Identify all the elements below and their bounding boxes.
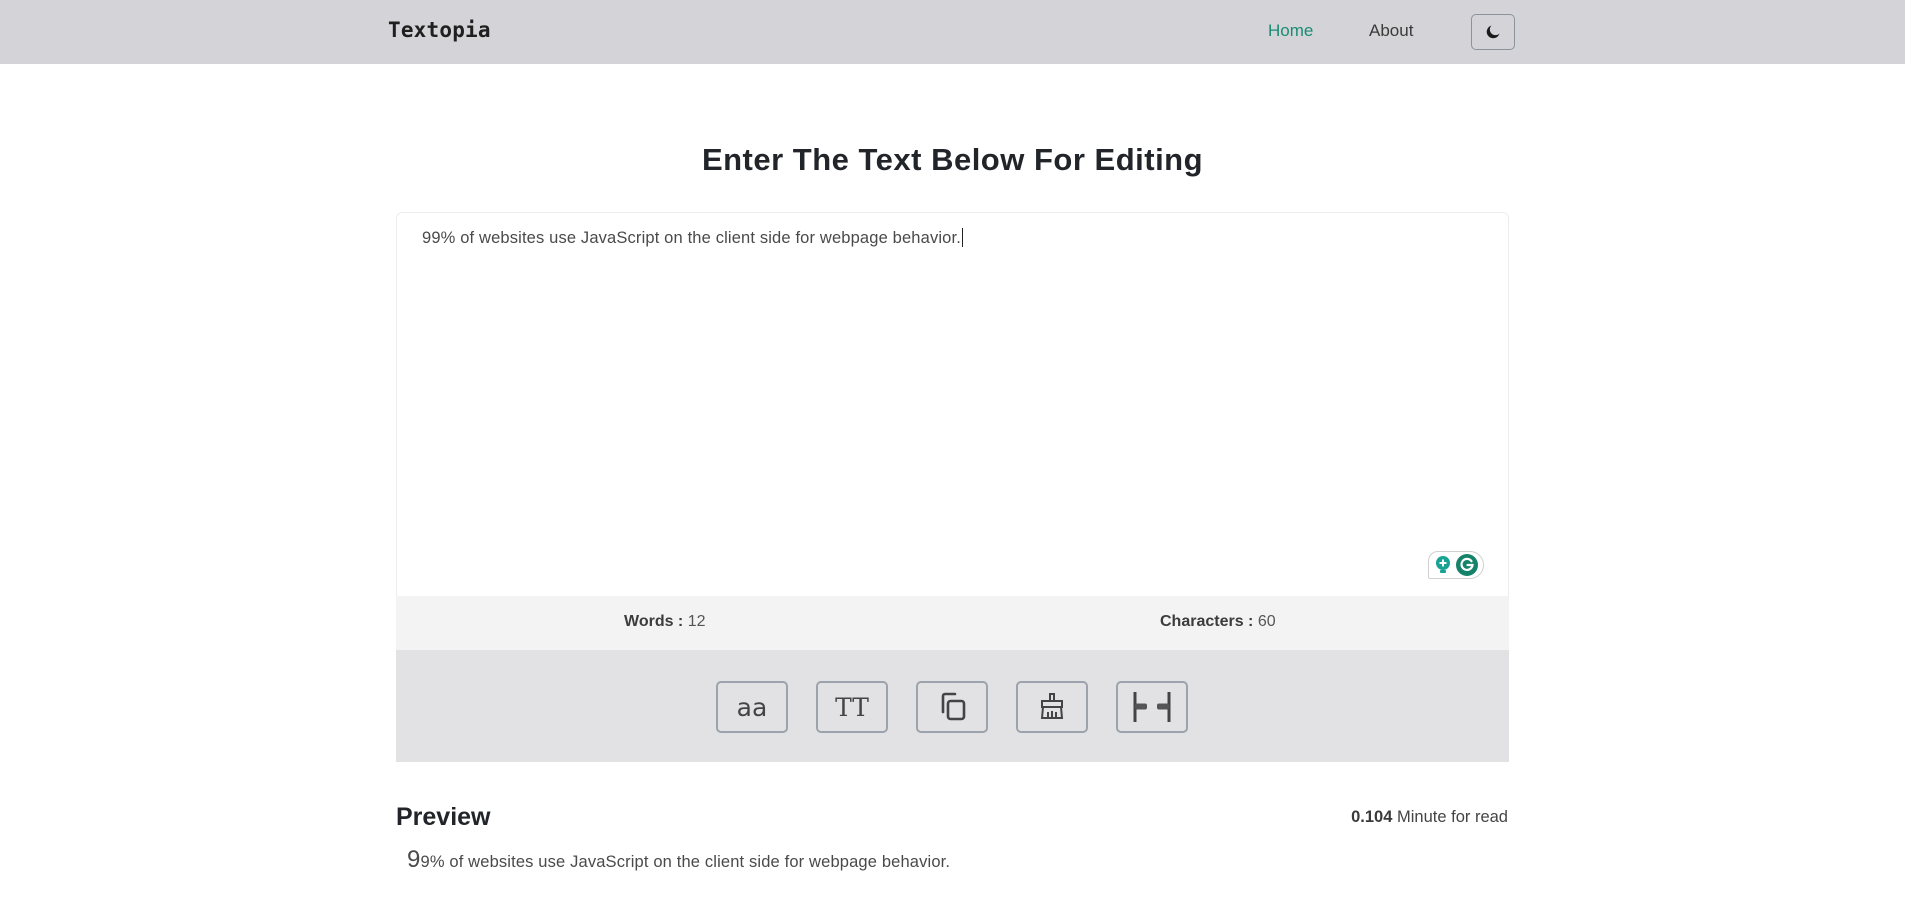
stats-bar: Words : 12 Characters : 60: [396, 596, 1509, 650]
copy-button[interactable]: [916, 681, 988, 733]
nav-link-about[interactable]: About: [1369, 21, 1413, 41]
grammarly-icon: [1456, 554, 1478, 576]
nav-link-home[interactable]: Home: [1268, 21, 1313, 41]
word-count: Words : 12: [624, 613, 706, 630]
text-editor-input[interactable]: 99% of websites use JavaScript on the cl…: [422, 228, 963, 248]
brand-logo[interactable]: Textopia: [388, 18, 491, 42]
preview-heading: Preview: [396, 803, 491, 831]
page-title: Enter The Text Below For Editing: [701, 142, 1204, 177]
theme-toggle-button[interactable]: [1471, 14, 1515, 50]
grammarly-widget[interactable]: [1428, 551, 1484, 579]
preview-first-letter: 9: [407, 846, 421, 873]
broom-icon: [1040, 693, 1064, 719]
text-editor-area[interactable]: 99% of websites use JavaScript on the cl…: [396, 212, 1509, 596]
remove-extra-spaces-button[interactable]: [1116, 681, 1188, 733]
character-count: Characters : 60: [1160, 613, 1276, 630]
read-time: 0.104 Minute for read: [1351, 808, 1508, 826]
uppercase-icon: TT: [835, 692, 869, 722]
collapse-spaces-icon: [1133, 692, 1171, 722]
lightbulb-icon: [1436, 556, 1450, 573]
navbar: Textopia Home About: [0, 0, 1905, 64]
copy-icon: [941, 692, 966, 721]
lowercase-button[interactable]: aa: [716, 681, 788, 733]
moon-icon: [1486, 25, 1500, 39]
action-toolbar: aa TT: [396, 650, 1509, 762]
uppercase-button[interactable]: TT: [816, 681, 888, 733]
clear-text-button[interactable]: [1016, 681, 1088, 733]
preview-text: 99% of websites use JavaScript on the cl…: [407, 846, 951, 873]
text-caret: [961, 228, 963, 247]
lowercase-icon: aa: [736, 692, 768, 722]
